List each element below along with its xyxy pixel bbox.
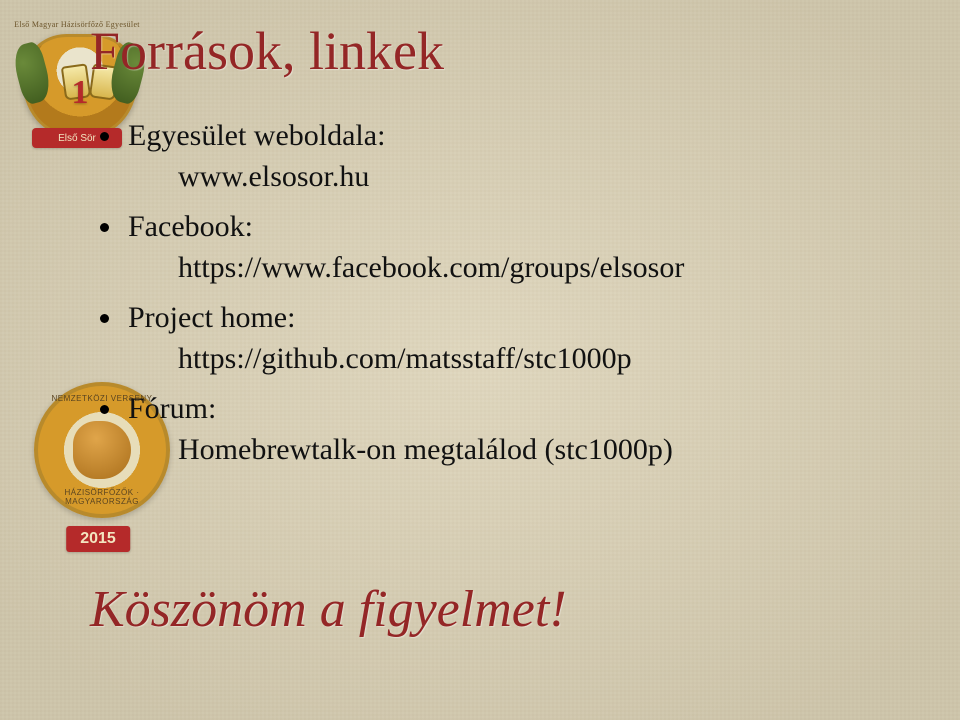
closing-line: Köszönöm a figyelmet! xyxy=(90,580,567,639)
bullet-sub: https://github.com/matsstaff/stc1000p xyxy=(128,339,900,380)
seal-text-bottom: HÁZISÖRFŐZŐK · MAGYARORSZÁG xyxy=(38,488,166,506)
list-item: Project home: https://github.com/matssta… xyxy=(128,298,900,379)
slide-title: Források, linkek xyxy=(90,20,900,82)
bullet-label: Fórum: xyxy=(128,392,216,425)
list-item: Facebook: https://www.facebook.com/group… xyxy=(128,207,900,288)
list-item: Fórum: Homebrewtalk-on megtalálod (stc10… xyxy=(128,389,900,470)
bullet-sub: https://www.facebook.com/groups/elsosor xyxy=(128,248,900,289)
bullet-label: Egyesület weboldala: xyxy=(128,119,385,152)
bullet-label: Facebook: xyxy=(128,210,253,243)
badge-number: 1 xyxy=(72,74,89,112)
list-item: Egyesület weboldala: www.elsosor.hu xyxy=(128,116,900,197)
bullet-sub: www.elsosor.hu xyxy=(128,157,900,198)
bullet-label: Project home: xyxy=(128,301,295,334)
bullet-list: Egyesület weboldala: www.elsosor.hu Face… xyxy=(90,116,900,470)
bullet-sub: Homebrewtalk-on megtalálod (stc1000p) xyxy=(128,430,900,471)
slide-content: Források, linkek Egyesület weboldala: ww… xyxy=(90,20,900,480)
year-badge: 2015 xyxy=(66,526,130,552)
